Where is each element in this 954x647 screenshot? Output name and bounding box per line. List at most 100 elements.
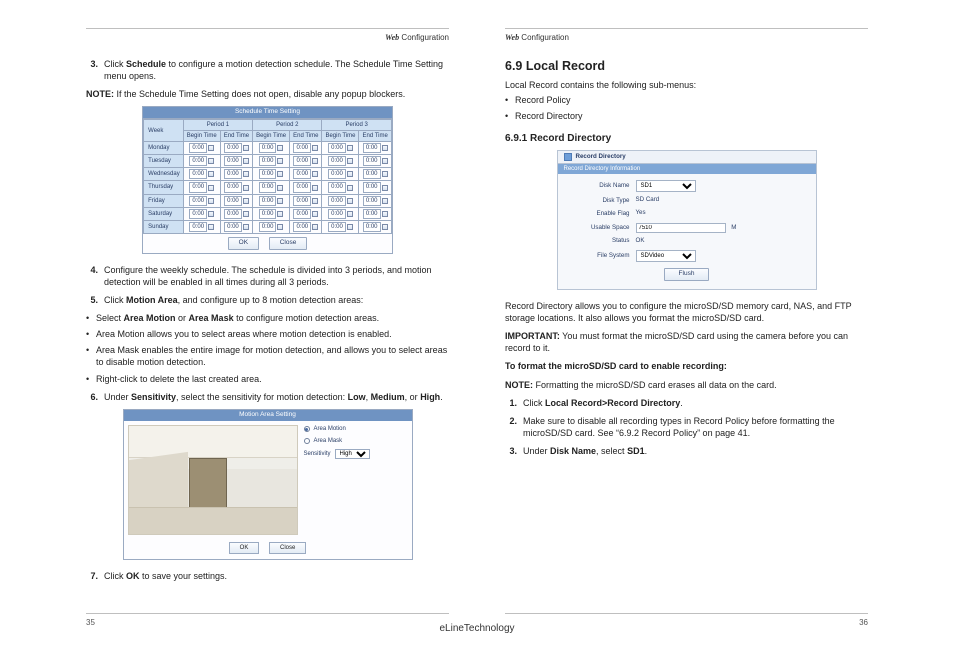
- dropdown-icon[interactable]: [243, 171, 249, 177]
- time-value[interactable]: 0:00: [363, 182, 381, 192]
- dropdown-icon[interactable]: [277, 198, 283, 204]
- time-value[interactable]: 0:00: [189, 222, 207, 232]
- time-value[interactable]: 0:00: [328, 196, 346, 206]
- dropdown-icon[interactable]: [243, 211, 249, 217]
- dropdown-icon[interactable]: [312, 158, 318, 164]
- dropdown-icon[interactable]: [347, 145, 353, 151]
- time-value[interactable]: 0:00: [259, 169, 277, 179]
- dropdown-icon[interactable]: [277, 185, 283, 191]
- file-system-select[interactable]: SDVideo: [636, 250, 696, 262]
- dropdown-icon[interactable]: [382, 185, 388, 191]
- dropdown-icon[interactable]: [208, 158, 214, 164]
- dropdown-icon[interactable]: [347, 171, 353, 177]
- time-value[interactable]: 0:00: [293, 143, 311, 153]
- usable-space-input[interactable]: [636, 223, 726, 233]
- time-value[interactable]: 0:00: [363, 156, 381, 166]
- time-value[interactable]: 0:00: [293, 156, 311, 166]
- dropdown-icon[interactable]: [208, 224, 214, 230]
- time-value[interactable]: 0:00: [189, 143, 207, 153]
- dropdown-icon[interactable]: [277, 145, 283, 151]
- dropdown-icon[interactable]: [382, 158, 388, 164]
- time-value[interactable]: 0:00: [224, 196, 242, 206]
- opt-area-mask[interactable]: Area Mask: [304, 437, 408, 445]
- time-value[interactable]: 0:00: [328, 156, 346, 166]
- dropdown-icon[interactable]: [312, 224, 318, 230]
- time-value[interactable]: 0:00: [363, 209, 381, 219]
- dropdown-icon[interactable]: [347, 158, 353, 164]
- time-value[interactable]: 0:00: [259, 182, 277, 192]
- time-value[interactable]: 0:00: [328, 209, 346, 219]
- time-value[interactable]: 0:00: [189, 169, 207, 179]
- dropdown-icon[interactable]: [312, 211, 318, 217]
- panel-subheader: Record Directory Information: [558, 164, 816, 174]
- dropdown-icon[interactable]: [312, 145, 318, 151]
- time-value[interactable]: 0:00: [259, 209, 277, 219]
- schedule-row: Thursday0:000:000:000:000:000:00: [144, 181, 392, 194]
- dropdown-icon[interactable]: [382, 171, 388, 177]
- motion-ok-button[interactable]: OK: [229, 542, 260, 554]
- label-disk-name: Disk Name: [566, 182, 636, 190]
- dropdown-icon[interactable]: [243, 145, 249, 151]
- time-value[interactable]: 0:00: [189, 156, 207, 166]
- schedule-ok-button[interactable]: OK: [228, 237, 259, 250]
- time-value[interactable]: 0:00: [328, 222, 346, 232]
- time-value[interactable]: 0:00: [293, 169, 311, 179]
- dropdown-icon[interactable]: [277, 171, 283, 177]
- dropdown-icon[interactable]: [243, 198, 249, 204]
- dropdown-icon[interactable]: [347, 224, 353, 230]
- dropdown-icon[interactable]: [277, 211, 283, 217]
- dropdown-icon[interactable]: [243, 185, 249, 191]
- dropdown-icon[interactable]: [208, 145, 214, 151]
- dropdown-icon[interactable]: [208, 171, 214, 177]
- dropdown-icon[interactable]: [312, 198, 318, 204]
- time-value[interactable]: 0:00: [259, 196, 277, 206]
- camera-preview[interactable]: [128, 425, 298, 535]
- time-value[interactable]: 0:00: [328, 169, 346, 179]
- time-value[interactable]: 0:00: [224, 143, 242, 153]
- time-value[interactable]: 0:00: [363, 222, 381, 232]
- time-value[interactable]: 0:00: [189, 209, 207, 219]
- time-value[interactable]: 0:00: [224, 156, 242, 166]
- time-value[interactable]: 0:00: [363, 196, 381, 206]
- dropdown-icon[interactable]: [208, 185, 214, 191]
- time-value[interactable]: 0:00: [293, 196, 311, 206]
- dropdown-icon[interactable]: [347, 211, 353, 217]
- time-value[interactable]: 0:00: [259, 222, 277, 232]
- dropdown-icon[interactable]: [243, 158, 249, 164]
- dropdown-icon[interactable]: [208, 211, 214, 217]
- dropdown-icon[interactable]: [243, 224, 249, 230]
- dropdown-icon[interactable]: [382, 145, 388, 151]
- time-value[interactable]: 0:00: [328, 182, 346, 192]
- motion-close-button[interactable]: Close: [269, 542, 306, 554]
- schedule-close-button[interactable]: Close: [269, 237, 308, 250]
- time-value[interactable]: 0:00: [328, 143, 346, 153]
- dropdown-icon[interactable]: [208, 198, 214, 204]
- flush-button[interactable]: Flush: [664, 268, 710, 281]
- time-value[interactable]: 0:00: [189, 182, 207, 192]
- time-value[interactable]: 0:00: [363, 169, 381, 179]
- dropdown-icon[interactable]: [347, 185, 353, 191]
- time-value[interactable]: 0:00: [363, 143, 381, 153]
- time-value[interactable]: 0:00: [224, 169, 242, 179]
- dropdown-icon[interactable]: [347, 198, 353, 204]
- dropdown-icon[interactable]: [277, 158, 283, 164]
- dropdown-icon[interactable]: [382, 211, 388, 217]
- time-value[interactable]: 0:00: [293, 182, 311, 192]
- time-value[interactable]: 0:00: [189, 196, 207, 206]
- panel-tab[interactable]: Record Directory: [558, 151, 816, 164]
- time-value[interactable]: 0:00: [293, 222, 311, 232]
- dropdown-icon[interactable]: [277, 224, 283, 230]
- dropdown-icon[interactable]: [382, 224, 388, 230]
- disk-name-select[interactable]: SD1: [636, 180, 696, 192]
- dropdown-icon[interactable]: [382, 198, 388, 204]
- time-value[interactable]: 0:00: [293, 209, 311, 219]
- sensitivity-select[interactable]: High: [335, 449, 370, 459]
- time-value[interactable]: 0:00: [259, 156, 277, 166]
- time-value[interactable]: 0:00: [259, 143, 277, 153]
- time-value[interactable]: 0:00: [224, 209, 242, 219]
- opt-area-motion[interactable]: Area Motion: [304, 425, 408, 433]
- time-value[interactable]: 0:00: [224, 222, 242, 232]
- dropdown-icon[interactable]: [312, 171, 318, 177]
- dropdown-icon[interactable]: [312, 185, 318, 191]
- time-value[interactable]: 0:00: [224, 182, 242, 192]
